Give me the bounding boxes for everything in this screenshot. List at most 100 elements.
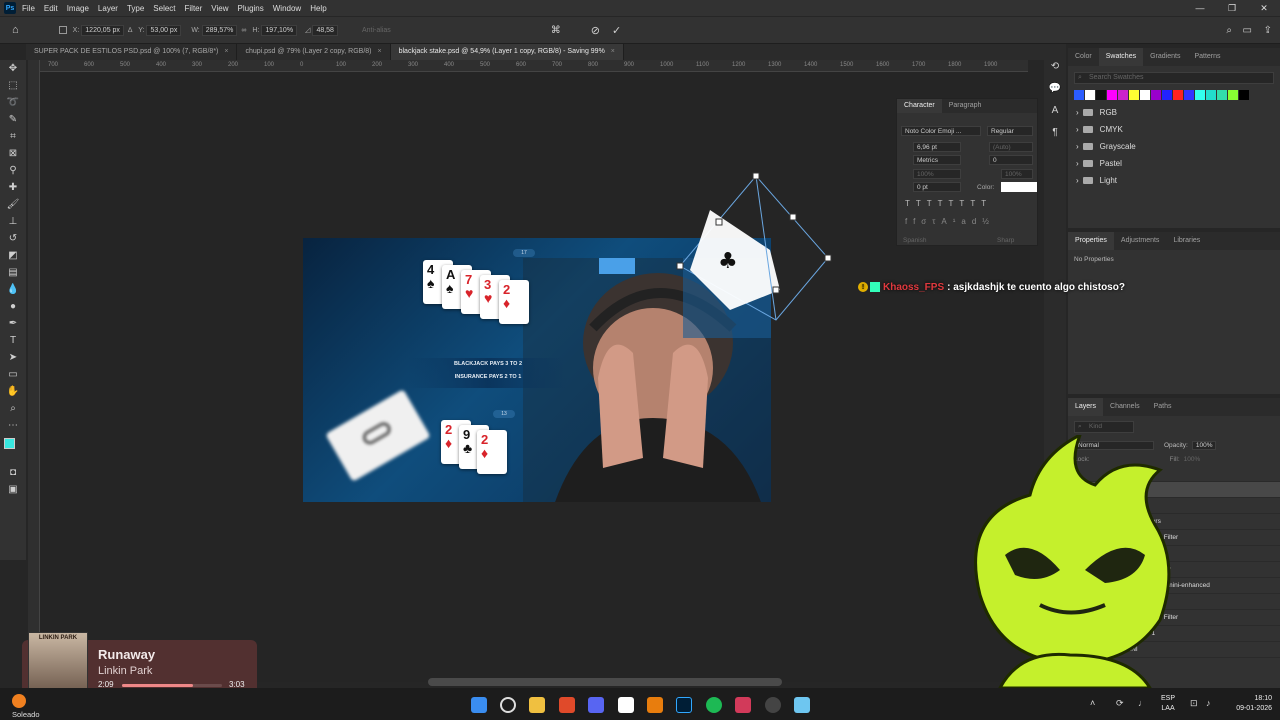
color-swatch[interactable]	[1162, 90, 1172, 100]
menu-layer[interactable]: Layer	[98, 4, 118, 13]
vertical-ruler[interactable]	[28, 60, 40, 680]
color-swatch[interactable]	[1239, 90, 1249, 100]
tab-patterns[interactable]: Patterns	[1187, 48, 1227, 66]
color-swatch[interactable]	[1140, 90, 1150, 100]
discord-icon[interactable]	[588, 697, 604, 713]
language-select[interactable]: Spanish	[903, 237, 927, 244]
leading-field[interactable]: (Auto)	[989, 142, 1033, 152]
file-explorer-icon[interactable]	[529, 697, 545, 713]
swatch-group-light[interactable]: › Light	[1068, 172, 1280, 189]
tracking-field[interactable]: 0	[989, 155, 1033, 165]
network-icon[interactable]: ⊡	[1190, 698, 1198, 709]
y-field[interactable]: 53,00 px	[146, 24, 182, 36]
marquee-tool-icon[interactable]: ⬚	[0, 77, 26, 94]
color-swatch[interactable]	[1107, 90, 1117, 100]
menu-select[interactable]: Select	[153, 4, 175, 13]
search-icon[interactable]: ⌕	[1226, 25, 1232, 36]
menu-image[interactable]: Image	[67, 4, 89, 13]
cancel-transform-icon[interactable]: ⊘	[591, 24, 600, 37]
fill-field[interactable]: 100%	[1184, 456, 1201, 463]
language-indicator[interactable]: ESP LAA	[1161, 694, 1175, 714]
rectangle-tool-icon[interactable]: ▭	[0, 366, 26, 383]
tab-swatches[interactable]: Swatches	[1098, 48, 1144, 66]
menu-type[interactable]: Type	[127, 4, 144, 13]
brave-icon[interactable]	[559, 697, 575, 713]
color-swatch[interactable]	[1074, 90, 1084, 100]
history-brush-icon[interactable]: ↺	[0, 230, 26, 247]
search-icon[interactable]	[500, 697, 516, 713]
lasso-tool-icon[interactable]: ➰	[0, 94, 26, 111]
tab-layers[interactable]: Layers	[1068, 398, 1104, 416]
spotify-icon[interactable]	[706, 697, 722, 713]
hand-tool-icon[interactable]: ✋	[0, 383, 26, 400]
color-swatch[interactable]	[1217, 90, 1227, 100]
pen-tool-icon[interactable]: ✒	[0, 315, 26, 332]
close-tab-icon[interactable]: ×	[611, 48, 615, 55]
layer-filter-kind[interactable]: ⌕ Kind	[1074, 421, 1134, 433]
kerning-field[interactable]: Metrics	[913, 155, 961, 165]
color-swatch[interactable]	[1129, 90, 1139, 100]
minimize-icon[interactable]: —	[1184, 0, 1216, 16]
menu-window[interactable]: Window	[273, 4, 301, 13]
menu-plugins[interactable]: Plugins	[238, 4, 264, 13]
color-swatches[interactable]	[0, 434, 26, 464]
share-icon[interactable]: ⇪	[1264, 25, 1272, 36]
font-style-select[interactable]: Regular	[987, 126, 1033, 136]
horizontal-ruler[interactable]: 700 600 500 400 300 200 100 0 100 200 300 400 500 600…	[40, 60, 1028, 72]
horizontal-scale-field[interactable]: 100%	[1001, 169, 1033, 179]
color-swatch[interactable]	[1096, 90, 1106, 100]
comments-panel-icon[interactable]: 💬	[1044, 78, 1066, 100]
horizontal-scrollbar[interactable]	[428, 678, 782, 686]
delta-icon[interactable]: ∆	[128, 27, 132, 34]
eyedropper-tool-icon[interactable]: ⚲	[0, 162, 26, 179]
microphone-icon[interactable]: ♩	[1138, 698, 1147, 708]
color-swatch[interactable]	[1228, 90, 1238, 100]
angle-field[interactable]: 48,58	[312, 24, 338, 36]
tab-paragraph[interactable]: Paragraph	[942, 99, 989, 113]
transform-bounding-box[interactable]: ♣	[670, 170, 840, 330]
home-icon[interactable]: ⌂	[12, 24, 19, 36]
tab-libraries[interactable]: Libraries	[1166, 232, 1207, 250]
font-family-select[interactable]: Noto Color Emoji ...	[901, 126, 981, 136]
brush-tool-icon[interactable]: 🖌	[0, 196, 26, 213]
paragraph-panel-icon[interactable]: ¶	[1044, 122, 1066, 144]
blender-icon[interactable]	[647, 697, 663, 713]
swatch-group-grayscale[interactable]: › Grayscale	[1068, 138, 1280, 155]
color-swatch[interactable]	[1085, 90, 1095, 100]
history-panel-icon[interactable]: ⟲	[1044, 56, 1066, 78]
move-tool-icon[interactable]: ✥	[0, 60, 26, 77]
text-color-swatch[interactable]	[1001, 182, 1037, 192]
tab-color[interactable]: Color	[1068, 48, 1099, 66]
type-tool-icon[interactable]: T	[0, 332, 26, 349]
swatch-group-rgb[interactable]: › RGB	[1068, 104, 1280, 121]
menu-edit[interactable]: Edit	[44, 4, 58, 13]
menu-file[interactable]: File	[22, 4, 35, 13]
antialias-select[interactable]: Sharp	[997, 237, 1014, 244]
screen-mode-icon[interactable]: ▣	[0, 481, 26, 498]
link-icon[interactable]: ∞	[241, 27, 246, 34]
swatch-search-input[interactable]: ⌕ Search Swatches	[1074, 72, 1274, 84]
blur-tool-icon[interactable]: 💧	[0, 281, 26, 298]
more-tools-icon[interactable]: ⋯	[0, 417, 26, 434]
healing-tool-icon[interactable]: ✚	[0, 179, 26, 196]
settings-icon[interactable]	[765, 697, 781, 713]
color-swatch[interactable]	[1184, 90, 1194, 100]
tray-chevron-icon[interactable]: ˄	[1090, 698, 1095, 708]
opacity-field[interactable]: 100%	[1191, 440, 1217, 450]
workspace-icon[interactable]: ▭	[1243, 25, 1252, 36]
notion-icon[interactable]	[618, 697, 634, 713]
stamp-tool-icon[interactable]: ⊥	[0, 213, 26, 230]
color-swatch[interactable]	[1151, 90, 1161, 100]
restore-icon[interactable]: ❐	[1216, 0, 1248, 16]
swatch-group-pastel[interactable]: › Pastel	[1068, 155, 1280, 172]
sync-icon[interactable]: ⟳	[1116, 698, 1124, 709]
crop-tool-icon[interactable]: ⌗	[0, 128, 26, 145]
close-icon[interactable]: ✕	[1248, 0, 1280, 16]
opentype-buttons[interactable]: ffστA¹ad½	[905, 217, 995, 226]
warp-icon[interactable]: ⌘	[551, 25, 561, 36]
tab-document-1[interactable]: SUPER PACK DE ESTILOS PSD.psd @ 100% (7,…	[26, 44, 238, 60]
tab-adjustments[interactable]: Adjustments	[1114, 232, 1167, 250]
tab-document-3[interactable]: blackjack stake.psd @ 54,9% (Layer 1 cop…	[390, 44, 624, 60]
volume-icon[interactable]: ♪	[1206, 698, 1211, 708]
font-size-field[interactable]: 6,96 pt	[913, 142, 961, 152]
